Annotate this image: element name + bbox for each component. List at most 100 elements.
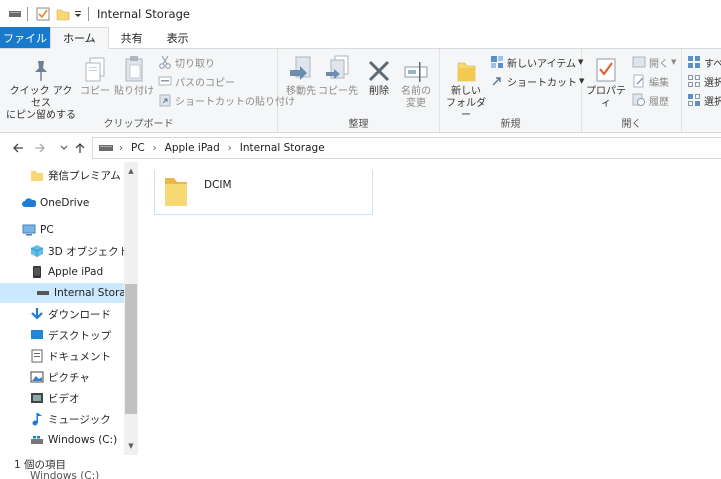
scroll-down-arrow-icon[interactable]: ▼ — [124, 439, 138, 453]
edit-button[interactable]: 編集 — [632, 73, 669, 89]
nav-item-windows-c[interactable]: Windows (C:) — [0, 430, 124, 450]
drive-icon[interactable] — [9, 10, 21, 18]
nav-item-downloads[interactable]: ダウンロード — [0, 304, 124, 324]
history-label: 履歴 — [649, 96, 669, 108]
nav-pane-scrollbar[interactable]: ▲ ▼ — [124, 162, 138, 455]
nav-item-pc[interactable]: PC — [0, 220, 124, 240]
nav-item-label: ビデオ — [48, 392, 80, 405]
tab-file[interactable]: ファイル — [0, 27, 50, 48]
scroll-up-arrow-icon[interactable]: ▲ — [124, 164, 138, 178]
select-none-button[interactable]: 選択 — [687, 73, 721, 89]
new-folder-button[interactable]: 新しい フォルダー — [444, 53, 488, 122]
nav-item-label: ピクチャ — [48, 371, 90, 384]
properties-icon — [595, 53, 617, 83]
window-title: Internal Storage — [97, 6, 190, 21]
navigation-bar: › PC › Apple iPad › Internal Storage — [0, 134, 721, 162]
properties-check-icon[interactable] — [36, 7, 50, 21]
rename-button[interactable]: 名前の 変更 — [396, 53, 436, 110]
clipboard-group-label: クリップボード — [103, 119, 174, 130]
breadcrumb-separator-icon: › — [227, 142, 232, 154]
delete-x-icon — [367, 53, 391, 83]
open-dropdown-icon: ▼ — [671, 58, 677, 66]
new-group-label: 新規 — [500, 119, 521, 130]
pc-icon — [22, 223, 36, 237]
copy-to-button[interactable]: コピー先 — [318, 53, 358, 98]
nav-item-3d-objects[interactable]: 3D オブジェクト — [0, 241, 124, 261]
invert-selection-button[interactable]: 選択 — [687, 92, 721, 108]
delete-button[interactable]: 削除 — [364, 53, 394, 98]
tab-share[interactable]: 共有 — [109, 27, 155, 48]
ipad-icon — [30, 265, 44, 279]
edit-icon — [632, 74, 646, 88]
open-button[interactable]: 開く ▼ — [632, 54, 676, 70]
cloud-icon — [22, 196, 36, 210]
new-item-button[interactable]: 新しいアイテム ▼ — [490, 54, 583, 70]
shortcut-icon — [490, 74, 504, 88]
pin-icon — [31, 53, 51, 83]
nav-item-premium[interactable]: 発信プレミアム — [0, 165, 124, 185]
breadcrumb-pc[interactable]: PC — [131, 142, 145, 154]
nav-item-apple-ipad[interactable]: Apple iPad — [0, 262, 124, 282]
tab-home[interactable]: ホーム — [50, 27, 109, 49]
group-organize: 移動先 コピー先 削除 名前の 変更 整理 — [278, 49, 440, 132]
organize-group-label: 整理 — [348, 119, 369, 130]
nav-item-label: ミュージック — [48, 413, 111, 426]
address-bar[interactable]: › PC › Apple iPad › Internal Storage — [92, 137, 721, 159]
properties-button[interactable]: プロパティ — [584, 53, 628, 110]
delete-label: 削除 — [369, 86, 389, 97]
paste-icon — [123, 53, 145, 83]
folder-icon — [30, 168, 44, 182]
nav-item-label: OneDrive — [40, 197, 90, 209]
invert-selection-icon — [687, 93, 701, 107]
breadcrumb-apple-ipad[interactable]: Apple iPad — [165, 142, 220, 154]
status-bar: 1 個の項目 Windows (C:) — [0, 455, 721, 479]
open-icon — [632, 55, 646, 69]
forward-arrow-icon[interactable] — [32, 140, 48, 156]
copy-button[interactable]: コピー — [78, 53, 112, 98]
nav-item-desktop[interactable]: デスクトップ — [0, 325, 124, 345]
move-to-button[interactable]: 移動先 — [282, 53, 320, 98]
group-select: すべ 選択 選択 — [682, 49, 721, 132]
documents-icon — [30, 349, 44, 363]
nav-item-internal-storage[interactable]: Internal Storage — [0, 283, 124, 303]
shortcut-button[interactable]: ショートカット ▼ — [490, 73, 584, 89]
select-all-button[interactable]: すべ — [687, 54, 721, 70]
nav-item-label: ドキュメント — [48, 350, 111, 363]
drive-icon — [36, 286, 50, 300]
history-button[interactable]: 履歴 — [632, 92, 669, 108]
3d-objects-icon — [30, 244, 44, 258]
folder-name: DCIM — [204, 179, 232, 191]
scroll-thumb[interactable] — [125, 284, 137, 414]
new-folder-icon[interactable] — [56, 7, 70, 21]
up-arrow-icon[interactable] — [72, 140, 88, 156]
back-arrow-icon[interactable] — [10, 140, 26, 156]
properties-label: プロパティ — [586, 86, 626, 109]
copy-path-button[interactable]: パスのコピー — [158, 73, 235, 89]
nav-item-pictures[interactable]: ピクチャ — [0, 367, 124, 387]
paste-button[interactable]: 貼り付け — [114, 53, 154, 98]
cut-label: 切り取り — [175, 58, 215, 70]
open-group-label: 開く — [621, 119, 642, 130]
select-none-label: 選択 — [704, 77, 721, 89]
folder-tile-dcim[interactable]: DCIM — [154, 170, 373, 215]
title-bar: Internal Storage — [0, 0, 721, 27]
ribbon-tabs: ファイル ホーム 共有 表示 — [0, 27, 721, 49]
pin-quick-access-button[interactable]: クイック アクセス にピン留めする — [6, 53, 76, 122]
new-item-label: 新しいアイテム — [507, 58, 576, 70]
paste-shortcut-button[interactable]: ショートカットの貼り付け — [158, 92, 295, 108]
paste-label: 貼り付け — [114, 86, 154, 97]
navigation-pane: 発信プレミアム OneDrive PC 3D オブジェクト Apple iPad… — [0, 162, 138, 455]
tab-view[interactable]: 表示 — [155, 27, 201, 48]
dropdown-arrow-icon[interactable] — [74, 10, 82, 18]
nav-item-documents[interactable]: ドキュメント — [0, 346, 124, 366]
invert-selection-label: 選択 — [704, 96, 721, 108]
nav-item-onedrive[interactable]: OneDrive — [0, 193, 124, 213]
nav-item-videos[interactable]: ビデオ — [0, 388, 124, 408]
breadcrumb-internal-storage[interactable]: Internal Storage — [240, 142, 325, 154]
nav-item-music[interactable]: ミュージック — [0, 409, 124, 429]
cut-button[interactable]: 切り取り — [158, 54, 215, 70]
breadcrumb-separator-icon: › — [152, 142, 157, 154]
move-to-label: 移動先 — [286, 86, 316, 97]
nav-item-label: PC — [40, 224, 54, 236]
recent-locations-chevron-icon[interactable] — [56, 140, 72, 156]
